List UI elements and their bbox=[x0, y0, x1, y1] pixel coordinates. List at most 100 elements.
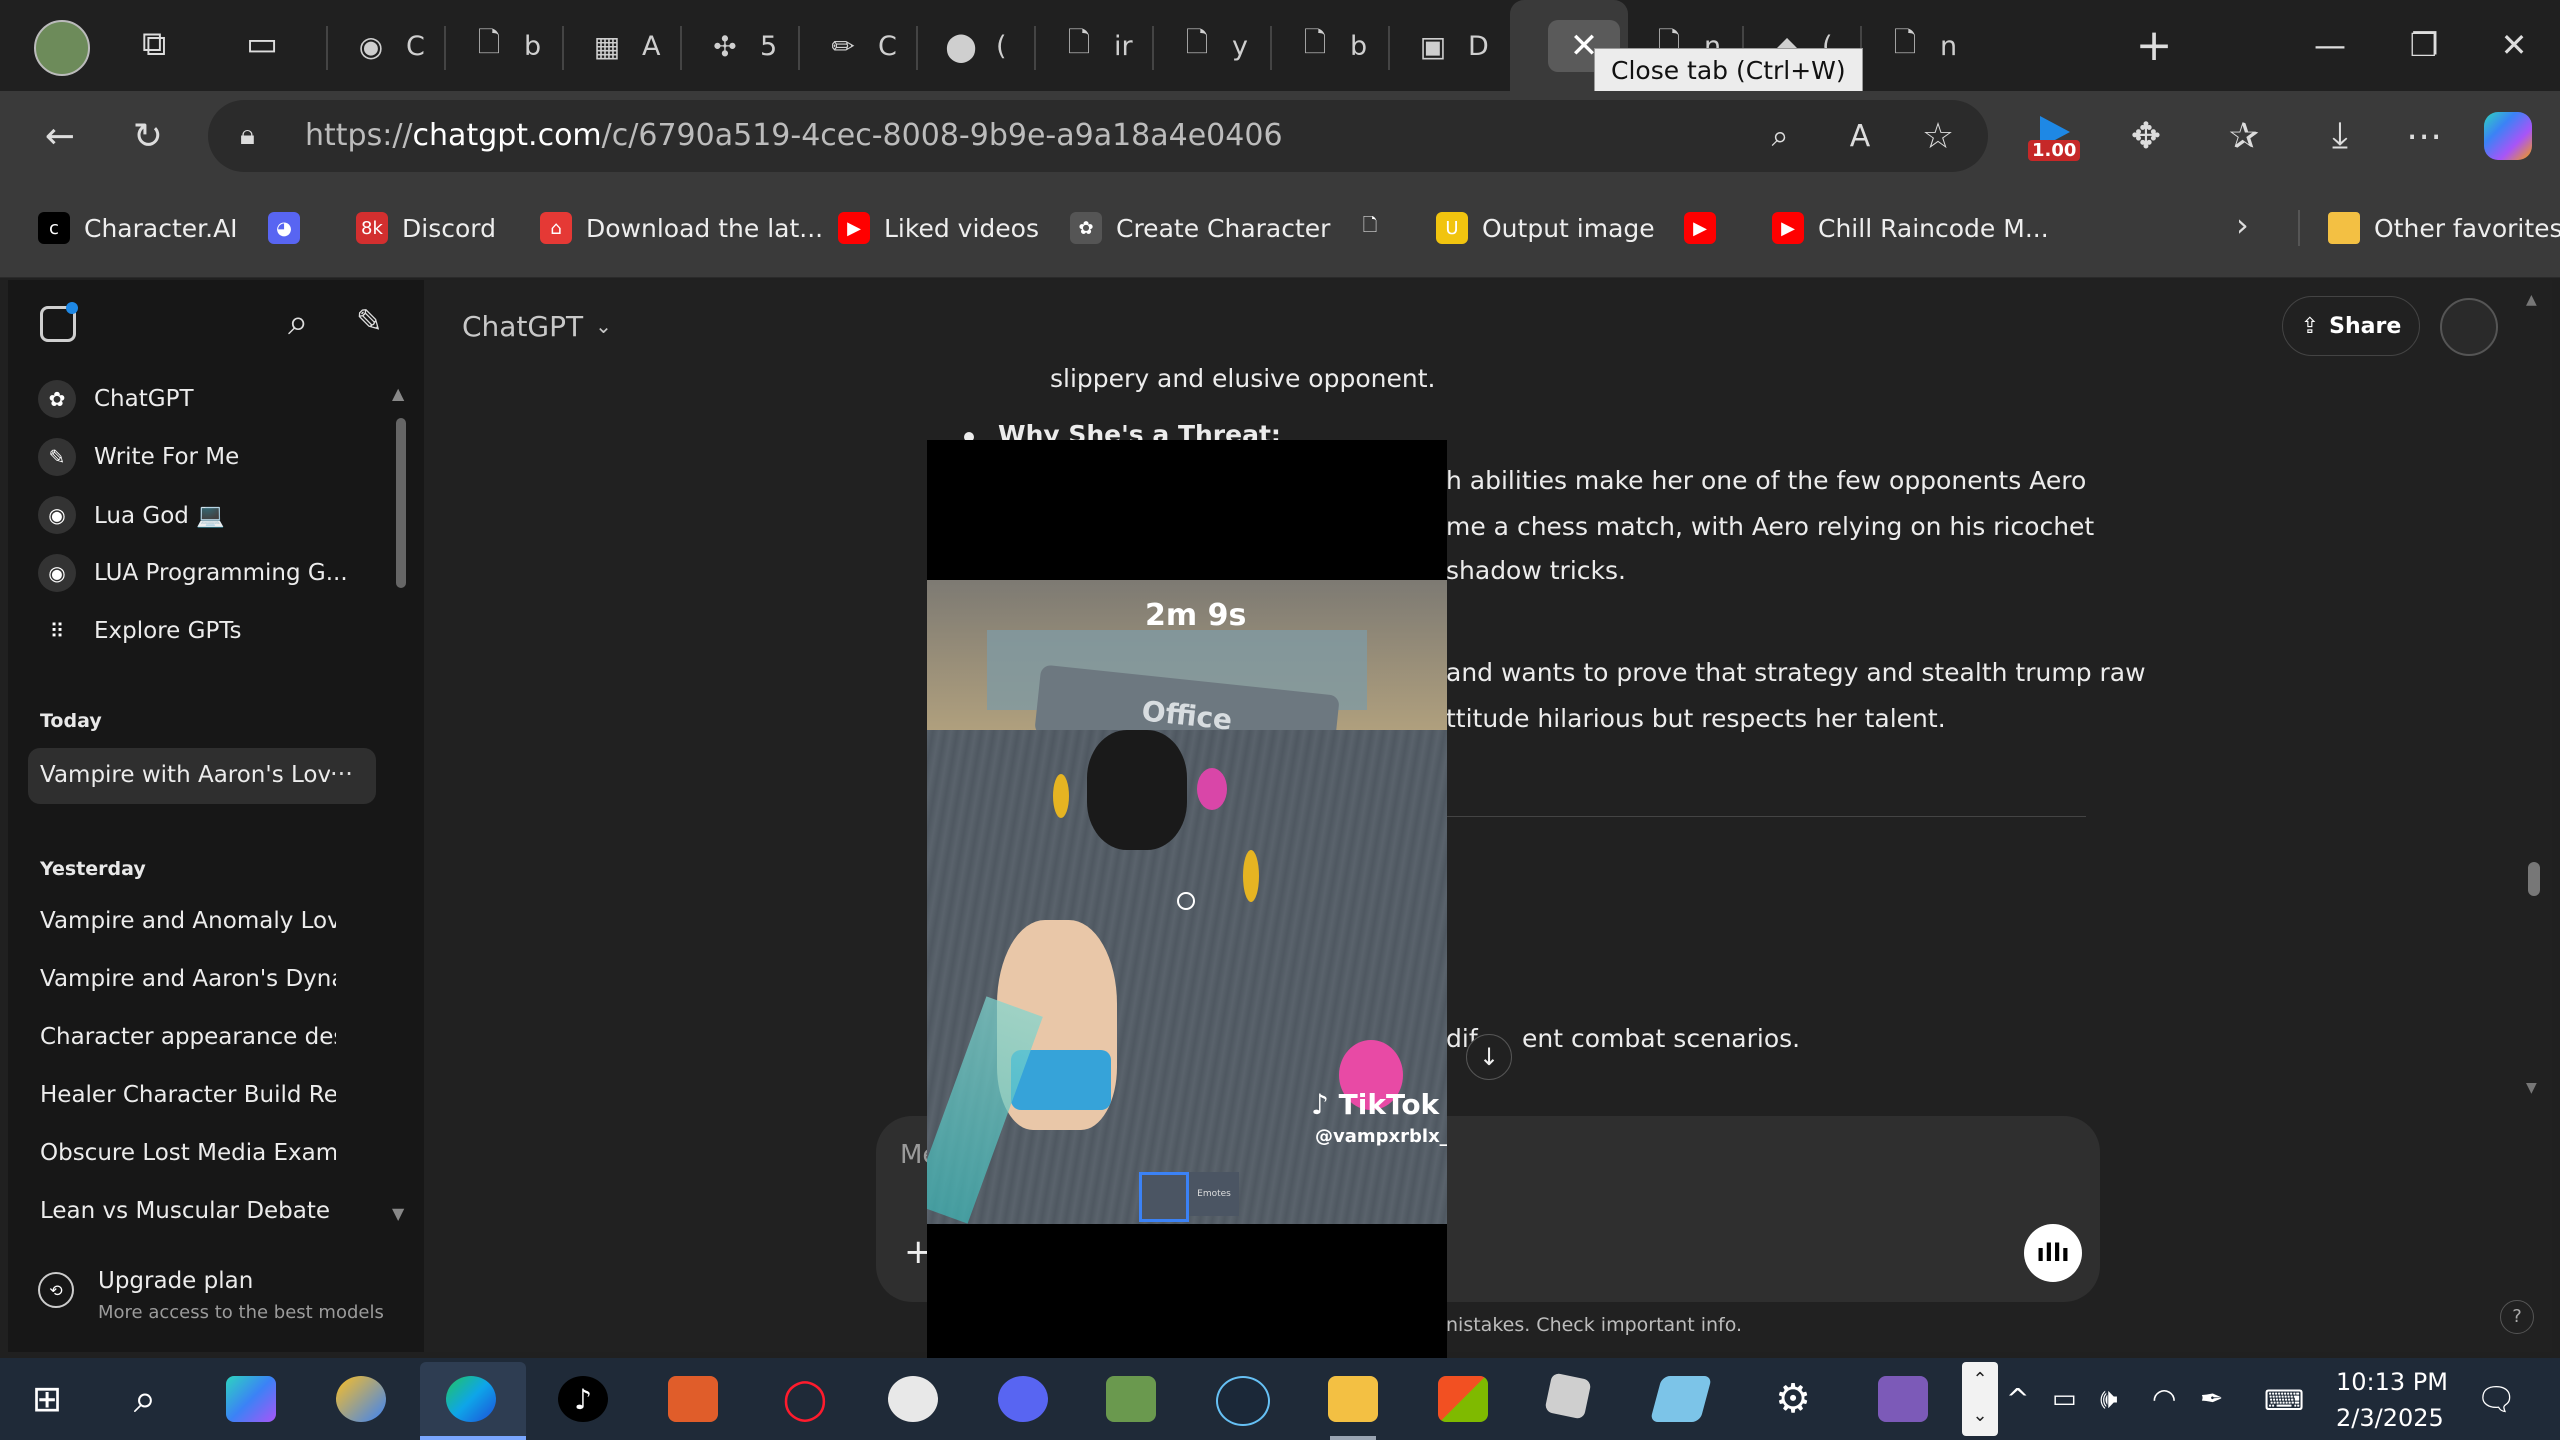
search-icon[interactable]: ⌕ bbox=[120, 1376, 170, 1422]
pen-icon[interactable]: ✒ bbox=[2200, 1382, 2223, 1415]
page-scroll-down-icon[interactable]: ▼ bbox=[2526, 1080, 2537, 1096]
sidebar-scroll-down-icon[interactable]: ▼ bbox=[392, 1204, 404, 1223]
user-avatar[interactable] bbox=[2440, 298, 2498, 356]
minimize-icon[interactable]: — bbox=[2300, 22, 2360, 68]
tab-item[interactable]: 🗋︎ ir bbox=[1064, 18, 1136, 74]
sidebar-gpt-item[interactable]: Write For Me bbox=[94, 444, 384, 470]
chrome-style-icon[interactable] bbox=[336, 1376, 386, 1422]
sidebar-scrollbar-thumb[interactable] bbox=[396, 418, 406, 588]
battery-icon[interactable]: ▭ bbox=[2052, 1384, 2077, 1414]
page-scroll-up-icon[interactable]: ▲ bbox=[2526, 292, 2537, 308]
tab-item[interactable]: ▣ D bbox=[1418, 18, 1490, 74]
keyboard-icon[interactable]: ⌨ bbox=[2264, 1384, 2304, 1417]
file-explorer-icon[interactable] bbox=[1328, 1376, 1378, 1422]
chat-history-item[interactable]: Obscure Lost Media Examples bbox=[40, 1140, 336, 1166]
hotbar-slot[interactable] bbox=[1139, 1172, 1189, 1222]
window-close-icon[interactable]: ✕ bbox=[2484, 22, 2544, 68]
image-viewer-icon[interactable] bbox=[1106, 1376, 1156, 1422]
roblox-taskbar-icon[interactable] bbox=[1544, 1372, 1592, 1420]
chat-history-item[interactable]: Healer Character Build Review bbox=[40, 1082, 336, 1108]
chat-history-item[interactable]: Character appearance descrip bbox=[40, 1024, 336, 1050]
opera-icon[interactable]: ◯ bbox=[780, 1376, 830, 1422]
favorites-overflow-chevron-icon[interactable]: › bbox=[2236, 206, 2276, 250]
downloads-icon[interactable]: ⤓ bbox=[2310, 106, 2370, 166]
profile-avatar[interactable] bbox=[34, 20, 90, 76]
sidebar-gpt-item[interactable]: LUA Programming G... bbox=[94, 560, 384, 586]
sidebar-gpt-item[interactable]: Lua God 💻 bbox=[94, 502, 384, 529]
model-selector[interactable]: ChatGPT ⌄ bbox=[462, 306, 612, 346]
chat-history-item[interactable]: Lean vs Muscular Debate bbox=[40, 1198, 336, 1224]
lock-icon[interactable]: 🔒︎ bbox=[240, 118, 274, 154]
voice-mode-button[interactable]: ıllı bbox=[2024, 1224, 2082, 1282]
anime-app-icon[interactable] bbox=[1878, 1376, 1928, 1422]
zoom-icon[interactable]: ⌕ bbox=[1750, 106, 1810, 166]
chat-options-icon[interactable]: ··· bbox=[330, 760, 353, 788]
app-orange-icon[interactable] bbox=[668, 1376, 718, 1422]
upgrade-plan-button[interactable]: ⟲ Upgrade plan More access to the best m… bbox=[28, 1254, 398, 1334]
page-scrollbar-thumb[interactable] bbox=[2528, 862, 2540, 896]
share-button[interactable]: ⇪ Share bbox=[2282, 296, 2420, 356]
other-favorites[interactable]: Other favorites bbox=[2328, 206, 2560, 250]
tiktok-taskbar-icon[interactable]: ♪ bbox=[558, 1376, 608, 1422]
scroll-to-bottom-icon[interactable]: ↓ bbox=[1466, 1034, 1512, 1080]
steam-icon[interactable] bbox=[1216, 1376, 1270, 1426]
tab-item[interactable]: ⬤( bbox=[945, 18, 1018, 74]
more-menu-icon[interactable]: ⋯ bbox=[2394, 106, 2454, 166]
sidebar-scroll-up-icon[interactable]: ▲ bbox=[392, 384, 404, 403]
workspaces-icon[interactable]: ⧉ bbox=[142, 24, 186, 68]
refresh-icon[interactable]: ↻ bbox=[118, 106, 178, 166]
sidebar-gpt-item[interactable]: Explore GPTs bbox=[94, 618, 384, 644]
start-icon[interactable]: ⊞ bbox=[22, 1376, 72, 1422]
chat-history-item[interactable]: Vampire and Aaron's Dynamic bbox=[40, 966, 336, 992]
tab-item[interactable]: ✏ C bbox=[828, 18, 900, 74]
back-icon[interactable]: ← bbox=[30, 106, 90, 166]
tab-item[interactable]: 🗋︎ b bbox=[1300, 18, 1372, 74]
tab-item[interactable]: ◉ C bbox=[356, 18, 428, 74]
new-tab-button[interactable]: + bbox=[2128, 20, 2180, 72]
favorites-icon[interactable]: ✰ bbox=[2214, 106, 2274, 166]
emotes-button[interactable]: Emotes bbox=[1189, 1172, 1239, 1216]
favorite-item[interactable]: ✿ Create Character bbox=[1070, 206, 1330, 250]
clock-date[interactable]: 2/3/2025 bbox=[2336, 1404, 2444, 1432]
tab-item[interactable]: ✣ 5 bbox=[710, 18, 782, 74]
discord-taskbar-icon[interactable] bbox=[998, 1376, 1048, 1422]
wifi-icon[interactable]: ◠ bbox=[2152, 1382, 2176, 1415]
favorite-star-icon[interactable]: ☆ bbox=[1908, 106, 1968, 166]
favorite-item[interactable]: c Character.AI bbox=[38, 206, 238, 250]
edge-icon[interactable] bbox=[446, 1376, 496, 1422]
tab-item[interactable]: 🗋︎ y bbox=[1182, 18, 1254, 74]
settings-gear-icon[interactable]: ⚙ bbox=[1768, 1376, 1818, 1422]
extension-icon[interactable]: 1.00 bbox=[2026, 116, 2086, 166]
tab-actions-icon[interactable]: ▭ bbox=[246, 24, 290, 68]
chat-history-item[interactable]: Vampire and Anomaly Love bbox=[40, 908, 336, 934]
extensions-puzzle-icon[interactable]: ✥ bbox=[2116, 106, 2176, 166]
copilot-icon[interactable] bbox=[2484, 112, 2532, 160]
url-text[interactable]: https://chatgpt.com/c/6790a519-4cec-8008… bbox=[305, 118, 1283, 153]
tab-item[interactable]: ▦ A bbox=[592, 18, 664, 74]
favorite-item[interactable]: ◕ bbox=[268, 206, 314, 250]
clock-time[interactable]: 10:13 PM bbox=[2336, 1368, 2448, 1396]
tab-item[interactable]: 🗋︎ b bbox=[474, 18, 546, 74]
favorite-item[interactable]: U Output image bbox=[1436, 206, 1655, 250]
video-frame[interactable]: Office 2m 9s ♪ TikTok @vampxrblx_ Emotes bbox=[927, 580, 1447, 1224]
new-chat-icon[interactable]: ✎ bbox=[356, 302, 400, 346]
help-button[interactable]: ? bbox=[2500, 1300, 2534, 1334]
favorite-item[interactable]: 🗋︎ bbox=[1354, 206, 1400, 250]
copilot-taskbar-icon[interactable] bbox=[226, 1376, 276, 1422]
favorite-item[interactable]: ⌂ Download the lat... bbox=[540, 206, 823, 250]
volume-icon[interactable]: 🕪︎ bbox=[2100, 1382, 2118, 1416]
favorite-item[interactable]: ▶ Chill Raincode M... bbox=[1772, 206, 2049, 250]
notifications-icon[interactable]: 🗨︎ bbox=[2476, 1380, 2517, 1418]
ms-store-icon[interactable] bbox=[1438, 1376, 1488, 1422]
show-hidden-icons-icon[interactable]: ^ bbox=[2006, 1382, 2029, 1415]
favorite-item[interactable]: ▶ bbox=[1684, 206, 1730, 250]
read-aloud-icon[interactable]: A bbox=[1830, 106, 1890, 166]
search-chats-icon[interactable]: ⌕ bbox=[288, 302, 332, 346]
restore-icon[interactable]: ❐ bbox=[2394, 22, 2454, 68]
tab-item[interactable]: 🗋︎ n bbox=[1890, 18, 1962, 74]
sidebar-gpt-item[interactable]: ChatGPT bbox=[94, 386, 384, 412]
tray-overflow-button[interactable]: ⌃ ⌄ bbox=[1962, 1362, 1998, 1436]
favorite-item[interactable]: ▶ Liked videos bbox=[838, 206, 1039, 250]
paint-app-icon[interactable] bbox=[888, 1376, 938, 1422]
favorite-item[interactable]: 8k Discord bbox=[356, 206, 496, 250]
